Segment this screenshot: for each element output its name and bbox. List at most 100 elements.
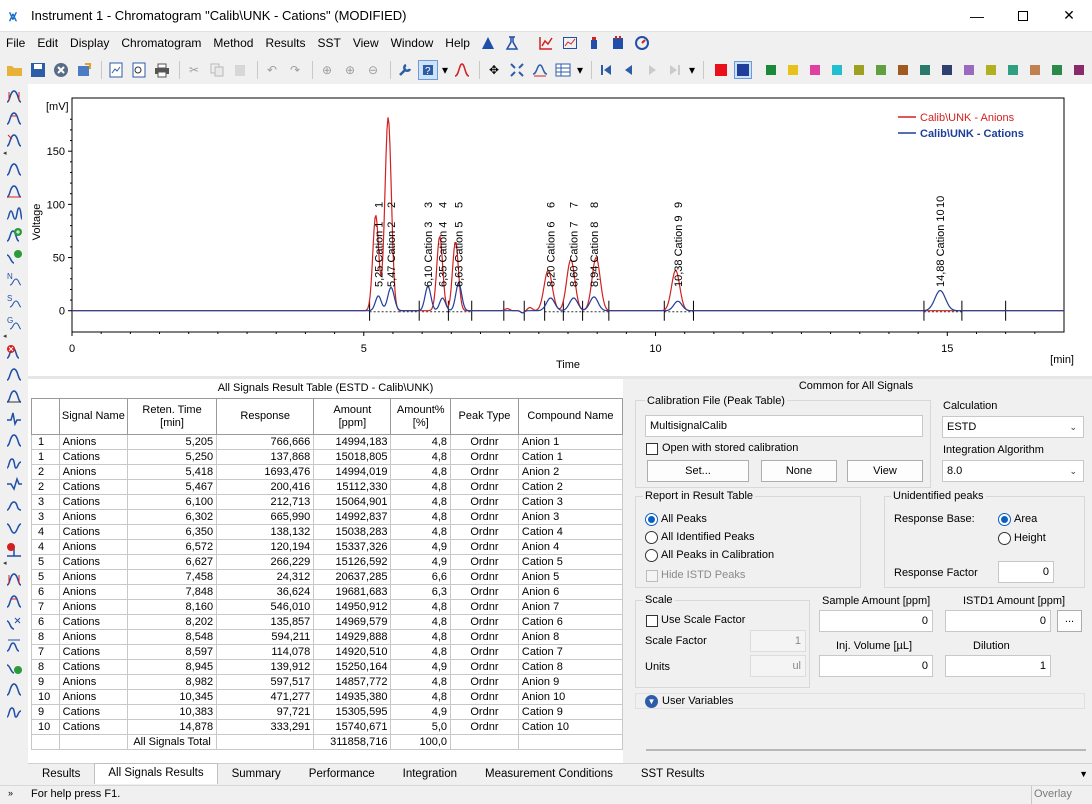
color-swatch-teal[interactable]: [920, 65, 930, 75]
radio-all-peaks[interactable]: [645, 513, 658, 526]
color-swatch-blue-selected[interactable]: [734, 61, 752, 79]
istd-amount-field[interactable]: 0: [945, 610, 1051, 632]
radio-height[interactable]: [998, 532, 1011, 545]
maximize-button[interactable]: [1000, 0, 1046, 32]
zoom-icon[interactable]: ⊕: [317, 60, 337, 80]
copy-icon[interactable]: [207, 60, 227, 80]
menu-help[interactable]: Help: [439, 33, 476, 53]
flask-icon[interactable]: [503, 35, 521, 51]
open-stored-checkbox[interactable]: [646, 443, 658, 455]
horizontal-scrollbar[interactable]: [646, 749, 1086, 751]
table-row[interactable]: 2 Cations 5,467 200,416 15112,330 4,8 Ordnr Cat…: [31, 479, 624, 495]
tab-integration[interactable]: Integration: [389, 764, 471, 784]
peak-tool-icon[interactable]: [3, 517, 25, 538]
tab-performance[interactable]: Performance: [295, 764, 389, 784]
response-factor-field[interactable]: 0: [998, 561, 1054, 583]
col-header-peak-type[interactable]: Peak Type: [450, 398, 519, 435]
minimize-button[interactable]: —: [954, 0, 1000, 32]
menu-file[interactable]: File: [0, 33, 31, 53]
panel-toggle-icon[interactable]: »: [8, 788, 13, 798]
undo-icon[interactable]: ↶: [262, 60, 282, 80]
col-header-response[interactable]: Response: [216, 398, 315, 435]
chromatogram-chart[interactable]: 0501001500 5 10 15[mV]VoltageTime [min]Calib…: [28, 84, 1092, 376]
table-row[interactable]: 5 Anions 7,458 24,312 20637,285 6,6 Ordnr Anion…: [31, 569, 624, 585]
chart-icon[interactable]: [537, 35, 555, 51]
peak-tool-icon[interactable]: [3, 85, 25, 106]
menu-edit[interactable]: Edit: [31, 33, 64, 53]
color-swatch-seagreen[interactable]: [1008, 65, 1018, 75]
fit-icon[interactable]: [507, 60, 527, 80]
open-folder-icon[interactable]: [5, 60, 25, 80]
table-row[interactable]: 9 Anions 8,982 597,517 14857,772 4,8 Ordnr Anio…: [31, 674, 624, 690]
radio-area[interactable]: [998, 513, 1011, 526]
baseline-icon[interactable]: [530, 60, 550, 80]
menu-method[interactable]: Method: [207, 33, 259, 53]
print-icon[interactable]: [152, 60, 172, 80]
color-swatch-brown[interactable]: [898, 65, 908, 75]
tab-measurement-conditions[interactable]: Measurement Conditions: [471, 764, 627, 784]
peak-tool-icon[interactable]: [3, 202, 25, 223]
table-row[interactable]: 4 Cations 6,350 138,132 15038,283 4,8 Ordnr Cat…: [31, 524, 624, 540]
table-row[interactable]: 2 Anions 5,418 1693,476 14994,019 4,8 Ordnr Ani…: [31, 464, 624, 480]
add-peak-icon[interactable]: [3, 224, 25, 245]
color-swatch-darkgreen[interactable]: [1052, 65, 1062, 75]
close-button[interactable]: ✕: [1046, 0, 1092, 32]
table-row[interactable]: 3 Cations 6,100 212,713 15064,901 4,8 Ordnr Cat…: [31, 494, 624, 510]
hide-istd-checkbox[interactable]: [646, 570, 658, 582]
set-button[interactable]: Set...: [647, 460, 749, 482]
peak-tool-icon[interactable]: [3, 495, 25, 516]
table-row[interactable]: 7 Cations 8,597 114,078 14920,510 4,8 Ordnr Cat…: [31, 644, 624, 660]
peak-tool-icon[interactable]: [3, 473, 25, 494]
color-swatch-green[interactable]: [766, 65, 776, 75]
color-swatch-magenta[interactable]: [810, 65, 820, 75]
tab-results[interactable]: Results: [28, 764, 94, 784]
user-variables-expander[interactable]: ▼ User Variables: [635, 693, 1085, 709]
table-row[interactable]: 10 Cations 14,878 333,291 15740,671 5,0 Ordnr C…: [31, 719, 624, 735]
peak-tool-icon[interactable]: [3, 407, 25, 428]
solvent-peak-icon[interactable]: S: [3, 290, 25, 311]
table-icon[interactable]: [553, 60, 573, 80]
table-row[interactable]: 7 Anions 8,160 546,010 14950,912 4,8 Ordnr Anio…: [31, 599, 624, 615]
menu-display[interactable]: Display: [64, 33, 115, 53]
remove-peak-icon[interactable]: [3, 341, 25, 362]
peak-tool-icon[interactable]: [3, 451, 25, 472]
first-icon[interactable]: [596, 60, 616, 80]
zoom-in-icon[interactable]: ⊕: [340, 60, 360, 80]
color-swatch-olive[interactable]: [854, 65, 864, 75]
color-swatch-purple[interactable]: [964, 65, 974, 75]
table-row[interactable]: 8 Anions 8,548 594,211 14929,888 4,8 Ordnr Anio…: [31, 629, 624, 645]
col-header-reten-time[interactable]: Reten. Time [min]: [127, 398, 218, 435]
report-icon[interactable]: [106, 60, 126, 80]
table-row[interactable]: 1 Cations 5,250 137,868 15018,805 4,8 Ordnr Cat…: [31, 449, 624, 465]
instrument-icon[interactable]: [479, 35, 497, 51]
tab-all-signals-results[interactable]: All Signals Results: [94, 763, 218, 784]
istd-more-button[interactable]: ...: [1057, 610, 1082, 632]
peak-tool-icon[interactable]: [3, 107, 25, 128]
table-row[interactable]: 3 Anions 6,302 665,990 14992,837 4,8 Ordnr Anio…: [31, 509, 624, 525]
move-icon[interactable]: ✥: [484, 60, 504, 80]
integration-select[interactable]: 8.0 ⌄: [942, 460, 1084, 482]
zoom-out-icon[interactable]: ⊖: [363, 60, 383, 80]
nav-dropdown-icon[interactable]: ▾: [688, 60, 696, 80]
peak-tool-icon[interactable]: [3, 568, 25, 589]
use-scale-factor-checkbox[interactable]: [646, 615, 658, 627]
table-row[interactable]: 6 Anions 7,848 36,624 19681,683 6,3 Ordnr Anion…: [31, 584, 624, 600]
menu-window[interactable]: Window: [385, 33, 440, 53]
tab-summary[interactable]: Summary: [218, 764, 295, 784]
menu-chromatogram[interactable]: Chromatogram: [115, 33, 207, 53]
save-icon[interactable]: [28, 60, 48, 80]
add-peak-icon[interactable]: [3, 656, 25, 677]
peak-tool-icon[interactable]: [3, 180, 25, 201]
print-preview-icon[interactable]: [129, 60, 149, 80]
radio-identified-peaks[interactable]: [645, 531, 658, 544]
export-icon[interactable]: [74, 60, 94, 80]
inj-volume-field[interactable]: 0: [819, 655, 933, 677]
tab-sst-results[interactable]: SST Results: [627, 764, 719, 784]
table-row[interactable]: 10 Anions 10,345 471,277 14935,380 4,8 Ordnr An…: [31, 689, 624, 705]
paste-icon[interactable]: [230, 60, 250, 80]
col-header-amount[interactable]: Amount [ppm]: [313, 398, 392, 435]
col-header-amount-percent[interactable]: Amount% [%]: [390, 398, 451, 435]
table-row[interactable]: 8 Cations 8,945 139,912 15250,164 4,9 Ordnr Cat…: [31, 659, 624, 675]
color-swatch-red[interactable]: [715, 64, 727, 76]
negative-peak-icon[interactable]: N: [3, 268, 25, 289]
